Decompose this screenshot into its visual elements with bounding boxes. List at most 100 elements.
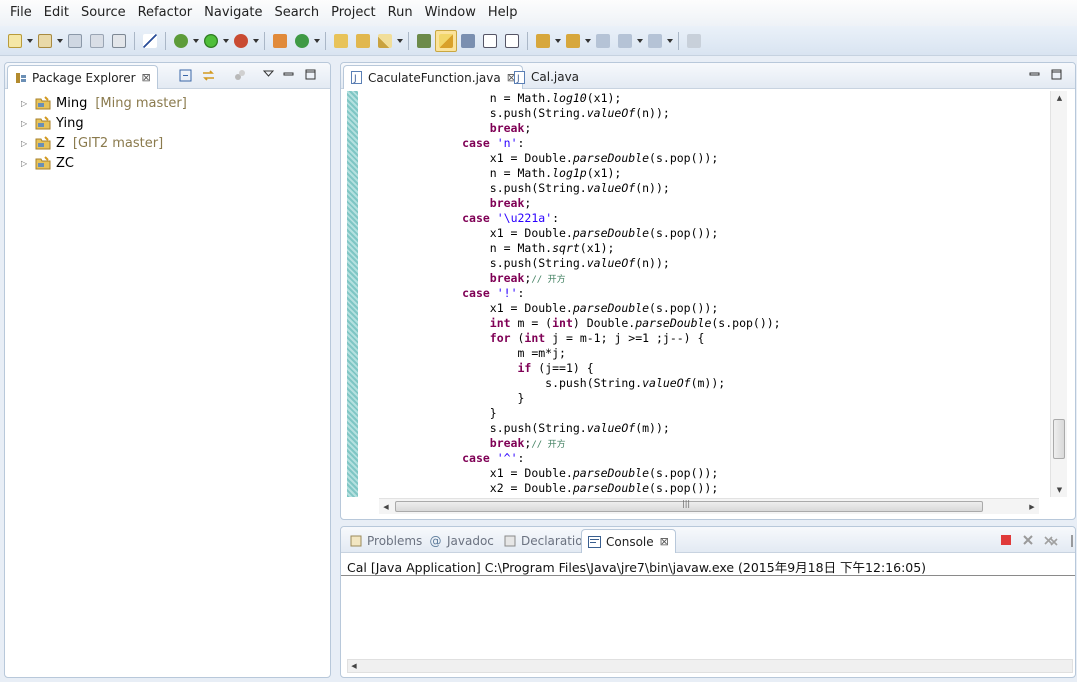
code-line: break; xyxy=(379,121,532,136)
search-icon[interactable] xyxy=(374,30,396,52)
tab-label: Problems xyxy=(367,534,423,548)
previous-edit-dropdown[interactable] xyxy=(584,30,592,52)
run-icon[interactable] xyxy=(200,30,222,52)
remove-launch-icon[interactable] xyxy=(1021,534,1035,548)
pin-editor-icon[interactable] xyxy=(683,30,705,52)
remove-all-terminated-icon[interactable] xyxy=(1043,534,1058,548)
external-tools-icon[interactable] xyxy=(230,30,252,52)
expand-icon[interactable]: ▷ xyxy=(21,119,31,128)
menu-edit[interactable]: Edit xyxy=(38,0,75,26)
terminate-icon[interactable] xyxy=(999,534,1013,548)
open-task-icon[interactable] xyxy=(352,30,374,52)
search-dropdown[interactable] xyxy=(396,30,404,52)
open-dropdown[interactable] xyxy=(56,30,64,52)
external-tools-dropdown[interactable] xyxy=(252,30,260,52)
expand-icon[interactable]: ▷ xyxy=(21,139,31,148)
code-token: (s.pop()); xyxy=(649,151,719,165)
code-token: s.push(String. xyxy=(379,421,587,435)
tab-package-explorer[interactable]: Package Explorer ⊠ xyxy=(7,65,158,89)
code-token: (x1); xyxy=(586,166,622,180)
tab-problems[interactable]: Problems xyxy=(343,529,428,553)
project-zc[interactable]: ▷ ZC xyxy=(21,153,82,173)
show-whitespace-icon[interactable] xyxy=(479,30,501,52)
scrollbar-thumb[interactable] xyxy=(1053,419,1065,459)
forward-icon[interactable] xyxy=(644,30,666,52)
view-menu-icon[interactable] xyxy=(262,69,275,83)
focus-icon[interactable] xyxy=(233,69,246,85)
vertical-scrollbar[interactable]: ▲ ▼ xyxy=(1050,91,1067,497)
scroll-up-icon[interactable]: ▲ xyxy=(1051,91,1068,105)
forward-dropdown[interactable] xyxy=(666,30,674,52)
menu-search[interactable]: Search xyxy=(268,0,325,26)
menu-window[interactable]: Window xyxy=(419,0,482,26)
minimize-icon[interactable] xyxy=(283,69,294,83)
next-edit-dropdown[interactable] xyxy=(554,30,562,52)
scroll-down-icon[interactable]: ▼ xyxy=(1051,483,1068,497)
tab-javadoc[interactable]: @ Javadoc xyxy=(423,529,500,553)
save-icon[interactable] xyxy=(64,30,86,52)
scroll-left-icon[interactable]: ◀ xyxy=(379,499,393,515)
run-dropdown[interactable] xyxy=(222,30,230,52)
expand-icon[interactable]: ▷ xyxy=(21,99,31,108)
link-with-editor-icon[interactable] xyxy=(201,69,216,85)
code-editor[interactable]: n = Math.log10(x1); s.push(String.valueO… xyxy=(379,91,1039,497)
close-icon[interactable]: ⊠ xyxy=(660,535,669,548)
scroll-left-icon[interactable]: ◀ xyxy=(348,660,360,672)
tab-caculatefunction-java[interactable]: J CaculateFunction.java ⊠ xyxy=(343,65,523,89)
save-all-icon[interactable] xyxy=(86,30,108,52)
new-dropdown[interactable] xyxy=(26,30,34,52)
code-token: : xyxy=(517,136,525,150)
collapse-all-icon[interactable] xyxy=(179,69,192,85)
debug-dropdown[interactable] xyxy=(192,30,200,52)
menu-file[interactable]: File xyxy=(4,0,38,26)
project-ying[interactable]: ▷ Ying xyxy=(21,113,92,133)
horizontal-scrollbar[interactable]: ◀ ||| ▶ xyxy=(379,498,1039,514)
word-wrap-icon[interactable] xyxy=(457,30,479,52)
menu-refactor[interactable]: Refactor xyxy=(132,0,199,26)
svg-text:J: J xyxy=(516,74,520,84)
menu-run[interactable]: Run xyxy=(382,0,419,26)
maximize-icon[interactable] xyxy=(1051,69,1062,83)
new-class-dropdown[interactable] xyxy=(313,30,321,52)
expand-icon[interactable]: ▷ xyxy=(21,159,31,168)
code-line: break;// 开方 xyxy=(379,436,566,451)
minimize-icon[interactable] xyxy=(1029,69,1040,83)
toolbar-separator xyxy=(165,31,166,50)
previous-edit-icon[interactable] xyxy=(562,30,584,52)
tab-console[interactable]: Console ⊠ xyxy=(581,529,676,553)
open-type-icon[interactable] xyxy=(34,30,56,52)
project-z[interactable]: ▷ Z [GIT2 master] xyxy=(21,133,163,153)
console-toolbar-overflow-icon[interactable] xyxy=(1067,534,1077,548)
code-line: s.push(String.valueOf(n)); xyxy=(379,106,670,121)
next-edit-icon[interactable] xyxy=(532,30,554,52)
menu-navigate[interactable]: Navigate xyxy=(198,0,268,26)
scrollbar-thumb[interactable]: ||| xyxy=(395,499,983,512)
tab-cal-java[interactable]: J Cal.java xyxy=(507,65,585,89)
next-annotation-icon[interactable] xyxy=(413,30,435,52)
open-folder-icon[interactable] xyxy=(330,30,352,52)
skip-breakpoints-icon[interactable] xyxy=(139,30,161,52)
debug-icon[interactable] xyxy=(170,30,192,52)
maximize-icon[interactable] xyxy=(305,69,316,83)
project-ming[interactable]: ▷ Ming [Ming master] xyxy=(21,93,187,113)
close-icon[interactable]: ⊠ xyxy=(142,71,151,84)
back-icon[interactable] xyxy=(614,30,636,52)
new-icon[interactable] xyxy=(4,30,26,52)
toggle-mark-occurrences-icon[interactable] xyxy=(435,29,457,52)
project-name: Z xyxy=(56,135,65,151)
block-selection-icon[interactable] xyxy=(501,30,523,52)
print-icon[interactable] xyxy=(108,30,130,52)
menu-project[interactable]: Project xyxy=(325,0,381,26)
toolbar-separator xyxy=(134,31,135,50)
new-java-class-icon[interactable] xyxy=(291,30,313,52)
console-horizontal-scrollbar[interactable]: ◀ xyxy=(347,659,1073,673)
back-dropdown[interactable] xyxy=(636,30,644,52)
new-java-project-icon[interactable] xyxy=(269,30,291,52)
scroll-right-icon[interactable]: ▶ xyxy=(1025,499,1039,515)
menu-source[interactable]: Source xyxy=(75,0,132,26)
last-edit-icon[interactable] xyxy=(592,30,614,52)
menu-help[interactable]: Help xyxy=(482,0,524,26)
code-line: if (j==1) { xyxy=(379,361,593,376)
